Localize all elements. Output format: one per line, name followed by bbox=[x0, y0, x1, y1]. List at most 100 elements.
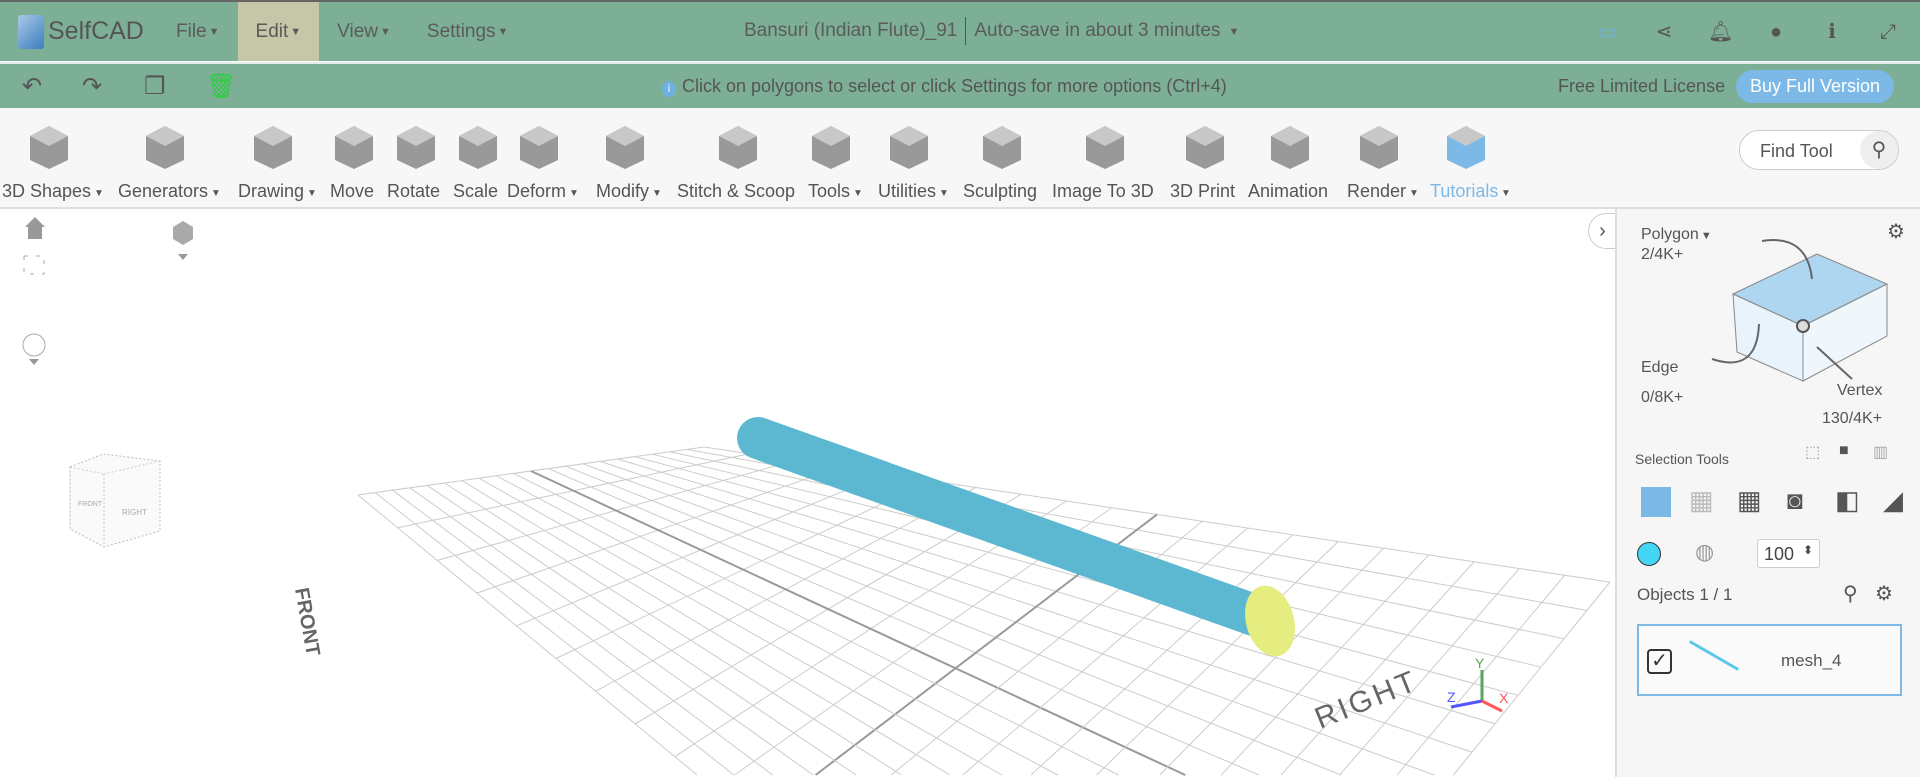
tool-image-to-3d[interactable]: Image To 3D bbox=[1052, 108, 1166, 208]
grid-line bbox=[478, 477, 1003, 776]
search-icon[interactable]: ⚲ bbox=[1860, 131, 1898, 169]
tool-label: Sculpting bbox=[963, 181, 1038, 201]
grid-line bbox=[392, 489, 773, 776]
menu-view[interactable]: View ▼ bbox=[319, 2, 409, 61]
menu-file[interactable]: File ▼ bbox=[158, 2, 238, 61]
object-visibility-checkbox[interactable]: ✓ bbox=[1647, 649, 1672, 674]
autosave-status[interactable]: Auto-save in about 3 minutes bbox=[974, 20, 1220, 45]
tools-icon bbox=[806, 122, 856, 172]
hint-text: i Click on polygons to select or click Se… bbox=[662, 76, 1227, 97]
polygon-count: 2/4K+ bbox=[1641, 246, 1684, 263]
scene-canvas[interactable]: FRONT RIGHT FRONT RIGHT Y Z X bbox=[0, 209, 1616, 777]
undo-icon[interactable]: ↶ bbox=[22, 72, 42, 101]
selfcad-logo[interactable]: SelfCAD bbox=[18, 14, 158, 49]
selection-mode-diagram[interactable] bbox=[1707, 229, 1907, 389]
info-icon[interactable]: ℹ bbox=[1820, 20, 1844, 44]
tool-tools[interactable]: Tools ▼ bbox=[806, 108, 863, 208]
perspective-cube-icon[interactable] bbox=[173, 221, 193, 245]
grid-cube-icon[interactable]: ▦ bbox=[1737, 485, 1762, 516]
zoom-fit-icon[interactable] bbox=[23, 255, 45, 275]
tool-ribbon: Find Tool ⚲ 3D Shapes ▼ Generators ▼ Drawing ▼… bbox=[0, 108, 1920, 209]
tool-drawing[interactable]: Drawing ▼ bbox=[238, 108, 317, 208]
menu-settings[interactable]: Settings ▼ bbox=[409, 2, 527, 61]
tool-sculpting[interactable]: Sculpting bbox=[963, 108, 1049, 208]
vertex-count: 130/4K+ bbox=[1822, 410, 1883, 427]
tool-label: Image To 3D bbox=[1052, 181, 1154, 201]
tool-stitch-scoop[interactable]: Stitch & Scoop bbox=[677, 108, 807, 208]
sphere-cube-icon[interactable]: ◙ bbox=[1787, 485, 1803, 516]
home-icon[interactable] bbox=[25, 217, 45, 239]
vertex-label[interactable]: Vertex bbox=[1837, 382, 1882, 400]
user-icon[interactable]: ● bbox=[1764, 20, 1788, 44]
tool-rotate[interactable]: Rotate bbox=[387, 108, 452, 208]
ground-grid bbox=[357, 446, 1611, 776]
polygon-mode-dropdown[interactable]: Polygon ▼ bbox=[1641, 226, 1712, 244]
edge-label[interactable]: Edge bbox=[1641, 359, 1678, 377]
buy-full-version-button[interactable]: Buy Full Version bbox=[1736, 70, 1894, 103]
tool-tutorials[interactable]: Tutorials ▼ bbox=[1430, 108, 1511, 208]
tool-animation[interactable]: Animation bbox=[1248, 108, 1340, 208]
layer-select-icon[interactable]: ▥ bbox=[1873, 442, 1888, 462]
tool-label: Tutorials bbox=[1430, 181, 1499, 201]
grid-line bbox=[1339, 568, 1520, 776]
tool-label: Modify bbox=[596, 181, 650, 201]
delete-icon[interactable]: 🗑︎ bbox=[206, 72, 236, 101]
opacity-stepper[interactable]: 100 ⬍ bbox=[1757, 539, 1820, 568]
redo-icon[interactable]: ↷ bbox=[82, 72, 102, 101]
axis-x-label: X bbox=[1499, 690, 1509, 706]
tool-modify[interactable]: Modify ▼ bbox=[596, 108, 662, 208]
tool-label: Drawing bbox=[238, 181, 305, 201]
box-select-icon[interactable]: ⬚ bbox=[1805, 442, 1820, 462]
plane-icon[interactable]: ◢ bbox=[1883, 485, 1903, 516]
tool-3d-print[interactable]: 3D Print bbox=[1170, 108, 1247, 208]
tool-label: Generators bbox=[118, 181, 209, 201]
tool-label: Scale bbox=[453, 181, 499, 201]
deform-icon bbox=[514, 122, 564, 172]
tool-deform[interactable]: Deform ▼ bbox=[507, 108, 579, 208]
tool-move[interactable]: Move bbox=[330, 108, 386, 208]
rotate-icon bbox=[391, 122, 441, 172]
info-icon: i bbox=[662, 81, 676, 97]
tool-scale[interactable]: Scale bbox=[453, 108, 510, 208]
chevron-down-icon bbox=[29, 359, 39, 365]
find-tool-input[interactable]: Find Tool ⚲ bbox=[1739, 130, 1899, 170]
axis-z-label: Z bbox=[1447, 689, 1456, 705]
edge-count: 0/8K+ bbox=[1641, 389, 1684, 406]
chevron-down-icon: ▼ bbox=[569, 188, 579, 199]
chevron-down-icon: ▼ bbox=[307, 188, 317, 199]
3d-viewport[interactable]: FRONT RIGHT FRONT RIGHT Y Z X bbox=[0, 209, 1616, 777]
texture-icon[interactable]: ◍ bbox=[1695, 539, 1714, 565]
view-cube[interactable]: FRONT RIGHT bbox=[69, 453, 161, 548]
drawing-icon bbox=[248, 122, 298, 172]
tool-utilities[interactable]: Utilities ▼ bbox=[878, 108, 949, 208]
solid-cube-icon[interactable] bbox=[1641, 487, 1671, 517]
search-icon[interactable]: ⚲ bbox=[1843, 581, 1858, 606]
half-cube-icon[interactable]: ◧ bbox=[1835, 485, 1860, 516]
project-title[interactable]: Bansuri (Indian Flute)_91 Auto-save in ab… bbox=[744, 17, 1239, 45]
save-icon[interactable]: ▭ bbox=[1596, 20, 1620, 44]
tool-render[interactable]: Render ▼ bbox=[1347, 108, 1419, 208]
3d-shapes-icon bbox=[24, 122, 74, 172]
flute-cylinder[interactable] bbox=[737, 417, 1289, 641]
copy-icon[interactable]: ❐ bbox=[144, 72, 166, 101]
grid-line bbox=[357, 494, 698, 776]
tool-3d-shapes[interactable]: 3D Shapes ▼ bbox=[2, 108, 104, 208]
object-thumbnail bbox=[1689, 640, 1739, 671]
tool-generators[interactable]: Generators ▼ bbox=[118, 108, 221, 208]
gear-icon[interactable]: ⚙ bbox=[1875, 581, 1893, 606]
orbit-icon[interactable] bbox=[22, 333, 46, 357]
share-icon[interactable]: ⋖ bbox=[1652, 20, 1676, 44]
color-swatch[interactable] bbox=[1637, 542, 1661, 566]
add-select-icon[interactable]: ■ bbox=[1839, 442, 1849, 460]
project-name[interactable]: Bansuri (Indian Flute)_91 bbox=[744, 20, 957, 45]
bell-icon[interactable]: 🔔︎ bbox=[1708, 20, 1733, 44]
fullscreen-icon[interactable]: ⤢ bbox=[1876, 20, 1900, 44]
menu-edit[interactable]: Edit ▼ bbox=[237, 2, 320, 61]
sculpting-icon bbox=[977, 122, 1027, 172]
grid-line bbox=[1453, 581, 1611, 776]
wireframe-cube-icon[interactable]: ▦ bbox=[1689, 485, 1714, 516]
object-name[interactable]: mesh_4 bbox=[1781, 651, 1841, 671]
selection-tools-label: Selection Tools bbox=[1635, 451, 1729, 467]
object-list-item[interactable]: ✓ mesh_4 bbox=[1637, 624, 1902, 696]
collapse-panel-button[interactable]: › bbox=[1588, 213, 1616, 249]
